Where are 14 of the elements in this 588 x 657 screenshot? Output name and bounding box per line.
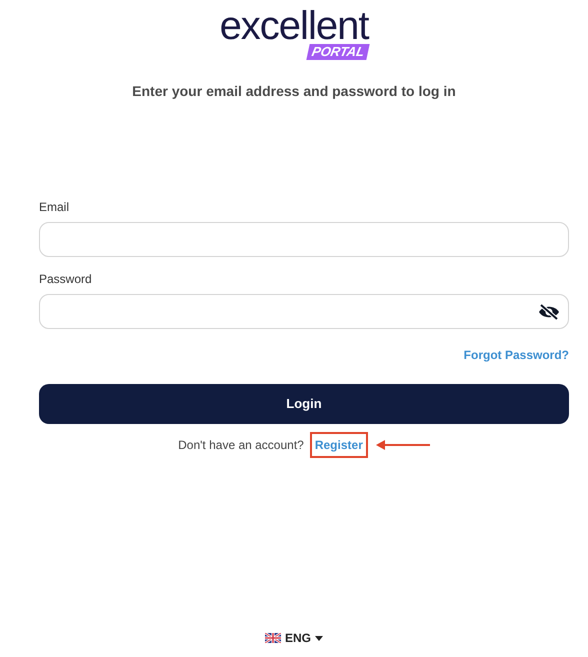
- caret-icon: [315, 636, 323, 640]
- subtitle: Enter your email address and password to log in: [132, 82, 456, 101]
- login-button[interactable]: Login: [39, 384, 569, 424]
- register-prompt: Don't have an account?: [178, 437, 304, 454]
- logo-wordmark: excellent: [220, 6, 368, 46]
- language-selector[interactable]: ENG: [264, 629, 323, 647]
- input-field[interactable]: [39, 222, 569, 257]
- flag-icon: [264, 633, 281, 643]
- field-label: Email: [39, 199, 70, 216]
- field-label: Password: [39, 271, 93, 288]
- eye-slash-icon[interactable]: [538, 304, 560, 320]
- annotation-arrow: [376, 440, 430, 450]
- input-field[interactable]: [39, 294, 569, 329]
- logo-badge: PORTAL: [306, 44, 370, 60]
